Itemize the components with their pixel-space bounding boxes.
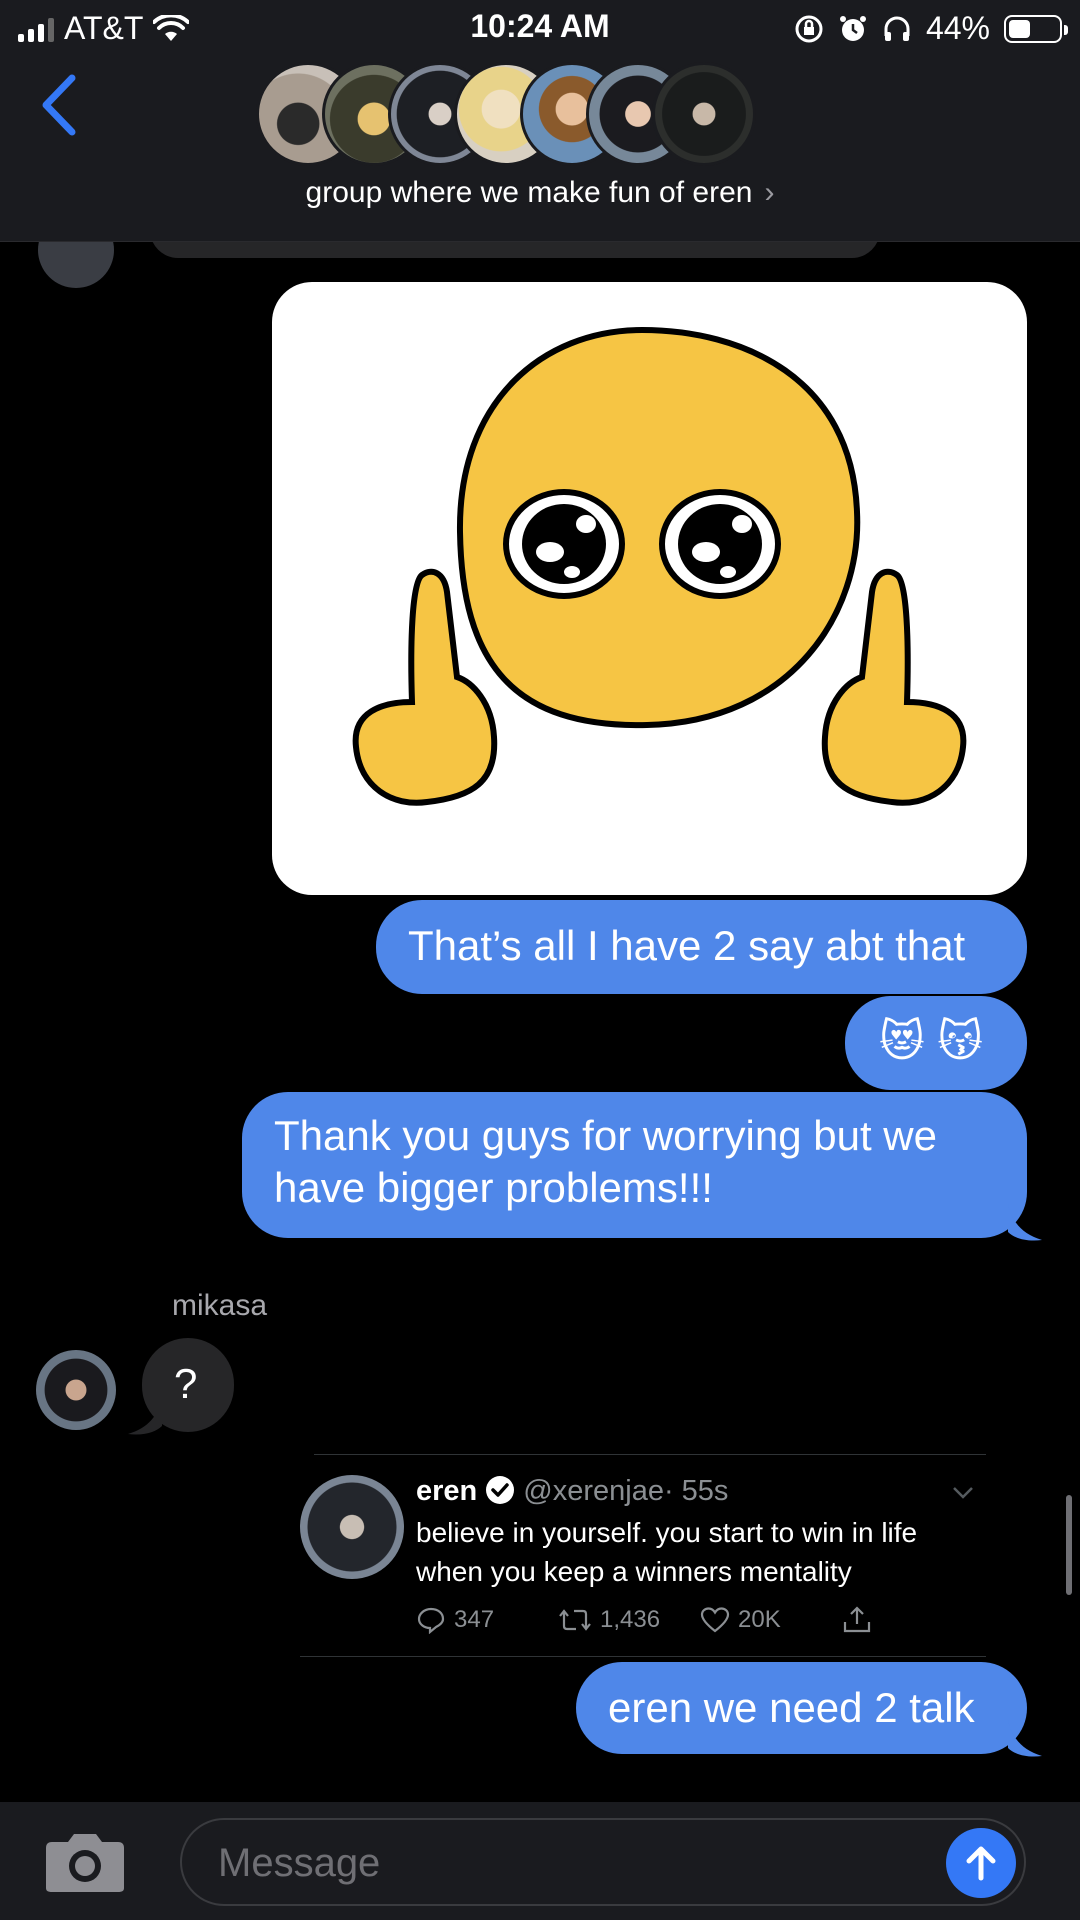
reply-icon	[417, 1607, 445, 1634]
group-avatar-7	[652, 62, 756, 166]
conversation-header: AT&T 10:24 AM 44% group where we make fu…	[0, 0, 1080, 242]
back-chevron-icon[interactable]	[34, 70, 84, 140]
outgoing-emoji-message[interactable]: 😻 😽	[845, 996, 1027, 1090]
status-right: 44%	[794, 10, 1068, 47]
partial-message-bubble[interactable]	[150, 242, 880, 258]
chevron-down-icon[interactable]	[950, 1479, 976, 1505]
message-text: ?	[174, 1360, 198, 1407]
message-text-line-2: have bigger problems!!!	[274, 1164, 713, 1211]
tweet-embed[interactable]: eren @xerenjae· 55s believe in yourself.…	[300, 1457, 986, 1634]
retweet-count: 1,436	[600, 1606, 661, 1633]
arrow-up-icon	[966, 1846, 996, 1881]
battery-percent: 44%	[925, 10, 990, 46]
tweet-text: believe in yourself. you start to win in…	[416, 1517, 918, 1587]
emoji-text: 😻 😽	[879, 1017, 983, 1066]
camera-icon[interactable]	[44, 1830, 126, 1894]
tweet-time: · 55s	[663, 1475, 729, 1507]
tweet-actions: 347 1,436 20K	[416, 1605, 984, 1635]
retweet-icon	[559, 1609, 591, 1631]
group-title-text: group where we make fun of eren	[305, 176, 753, 209]
compose-bar	[0, 1802, 1080, 1920]
scrollbar[interactable]	[1066, 1495, 1072, 1595]
group-title[interactable]: group where we make fun of eren ›	[0, 176, 1080, 210]
headphones-icon	[884, 16, 910, 41]
bubble-tail	[1008, 1204, 1042, 1241]
bubble-tail	[1008, 1720, 1042, 1757]
tweet-author-name[interactable]: eren	[416, 1475, 477, 1507]
middle-finger-emoji-image	[352, 326, 967, 806]
like-action[interactable]: 20K	[700, 1605, 842, 1635]
like-count: 20K	[738, 1606, 781, 1633]
partial-avatar	[38, 242, 114, 288]
tweet-header: eren @xerenjae· 55s	[416, 1475, 728, 1508]
tweet-handle[interactable]: @xerenjae	[523, 1475, 664, 1507]
retweet-action[interactable]: 1,436	[558, 1605, 700, 1635]
battery-icon	[1004, 14, 1068, 43]
outgoing-message[interactable]: eren we need 2 talk	[576, 1662, 1027, 1754]
tweet-divider-top	[314, 1454, 986, 1455]
share-icon	[843, 1606, 871, 1633]
image-message[interactable]	[272, 282, 1027, 895]
alarm-icon	[839, 15, 866, 41]
message-text-line-1: Thank you guys for worrying but we	[274, 1112, 937, 1159]
reply-action[interactable]: 347	[416, 1605, 558, 1635]
verified-badge-icon	[486, 1476, 515, 1504]
reply-count: 347	[454, 1606, 495, 1633]
message-input-field[interactable]	[180, 1818, 1026, 1906]
share-action[interactable]	[842, 1605, 984, 1635]
bubble-tail	[128, 1398, 162, 1435]
chevron-right-icon: ›	[764, 176, 775, 209]
outgoing-message[interactable]: That’s all I have 2 say abt that	[376, 900, 1027, 994]
send-button[interactable]	[946, 1828, 1016, 1898]
status-bar: AT&T 10:24 AM 44%	[0, 0, 1080, 56]
heart-icon	[700, 1607, 730, 1633]
message-input[interactable]	[218, 1834, 918, 1892]
message-text: eren we need 2 talk	[608, 1684, 975, 1731]
outgoing-message[interactable]: Thank you guys for worrying but we have …	[242, 1092, 1027, 1238]
message-text: That’s all I have 2 say abt that	[408, 922, 966, 969]
mikasa-avatar[interactable]	[36, 1350, 116, 1430]
tweet-author-avatar[interactable]	[300, 1475, 404, 1579]
tweet-divider-bottom	[300, 1656, 986, 1657]
battery-fill	[1009, 19, 1031, 38]
rotation-lock-icon	[795, 15, 823, 42]
sender-name: mikasa	[172, 1289, 268, 1322]
message-list[interactable]: That’s all I have 2 say abt that 😻 😽 Tha…	[0, 242, 1080, 1802]
